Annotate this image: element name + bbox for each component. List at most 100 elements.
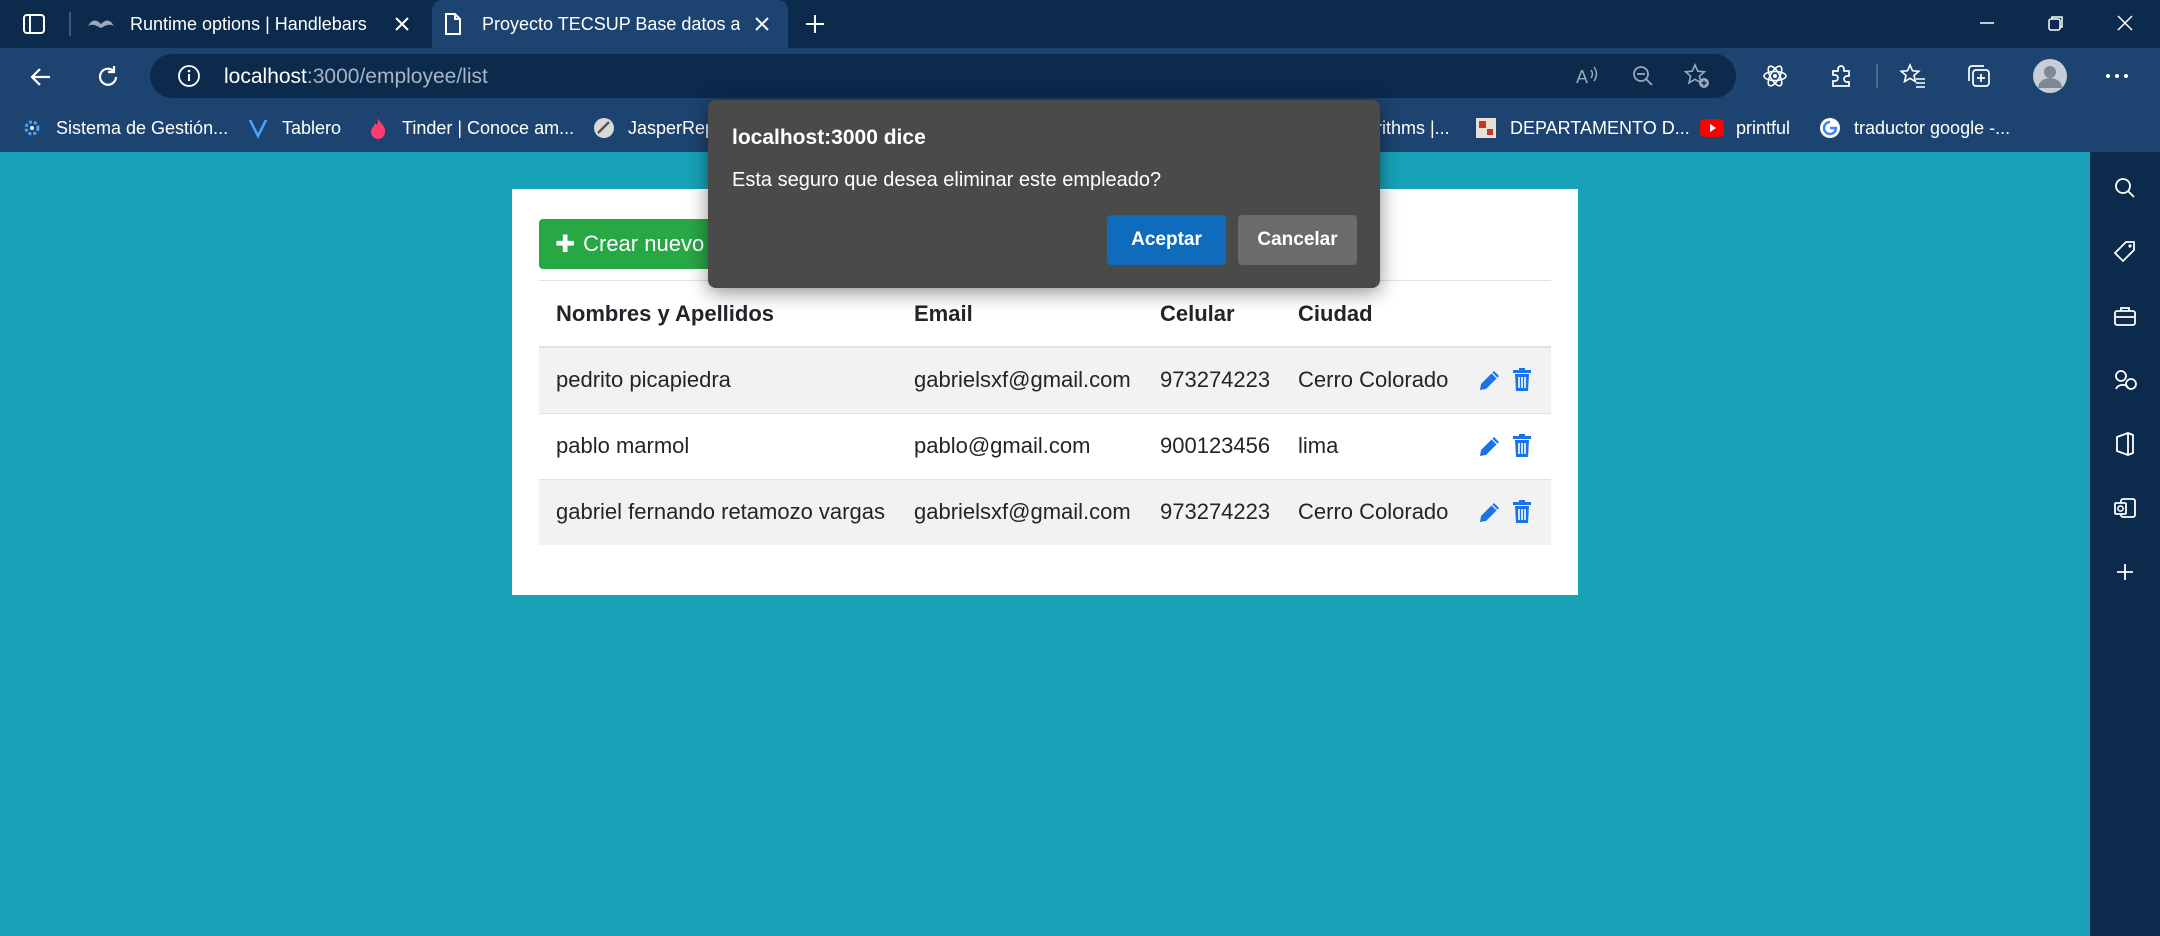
trash-icon[interactable] xyxy=(1508,432,1536,460)
department-icon xyxy=(1474,116,1498,140)
read-aloud-icon[interactable]: A xyxy=(1574,61,1604,91)
url-path: :3000/employee/list xyxy=(306,65,488,88)
cell-phone: 900123456 xyxy=(1143,412,1281,479)
more-icon[interactable] xyxy=(2100,59,2134,93)
tab-title: Proyecto TECSUP Base datos ava xyxy=(482,13,740,34)
bookmark-label: DEPARTAMENTO D... xyxy=(1510,117,1690,138)
table-row: gabriel fernando retamozo vargas gabriel… xyxy=(539,478,1551,545)
close-window-icon[interactable] xyxy=(2110,8,2140,38)
bookmark-departamento[interactable]: DEPARTAMENTO D... xyxy=(1474,112,1690,144)
back-icon[interactable] xyxy=(24,60,58,94)
bookmark-tablero[interactable]: Tablero xyxy=(246,112,341,144)
column-header-phone: Celular xyxy=(1143,281,1281,348)
column-header-actions xyxy=(1459,281,1551,348)
address-bar: localhost:3000/employee/list A xyxy=(0,48,2160,104)
tab-strip: Runtime options | Handlebars Proyecto TE… xyxy=(0,0,2160,48)
avatar[interactable] xyxy=(2030,56,2070,96)
outlook-icon[interactable] xyxy=(2109,492,2141,524)
search-icon[interactable] xyxy=(2109,172,2141,204)
bookmark-jasper[interactable]: JasperRep xyxy=(592,112,715,144)
bookmark-label: traductor google -... xyxy=(1854,117,2011,138)
cell-actions xyxy=(1459,346,1551,413)
restore-icon[interactable] xyxy=(2041,8,2071,38)
column-header-city: Ciudad xyxy=(1281,281,1459,348)
cell-name: pablo marmol xyxy=(539,412,897,479)
cell-actions xyxy=(1459,412,1551,479)
page-icon xyxy=(438,9,468,39)
refresh-icon[interactable] xyxy=(91,60,125,94)
bookmark-label: rithms |... xyxy=(1376,117,1450,138)
cell-name: pedrito picapiedra xyxy=(539,346,897,413)
employee-table: Nombres y Apellidos Email Celular Ciudad… xyxy=(539,281,1551,545)
create-employee-button[interactable]: ✚ Crear nuevo e xyxy=(539,219,729,269)
bookmark-label: Tablero xyxy=(282,117,342,138)
bookmark-label: Tinder | Conoce am... xyxy=(402,117,575,138)
accept-button[interactable]: Aceptar xyxy=(1107,215,1226,265)
close-icon[interactable] xyxy=(750,12,774,36)
table-row: pedrito picapiedra gabrielsxf@gmail.com … xyxy=(539,346,1551,413)
cell-phone: 973274223 xyxy=(1143,478,1281,545)
cell-name: gabriel fernando retamozo vargas xyxy=(539,478,897,545)
games-icon[interactable] xyxy=(2109,364,2141,396)
plus-icon: ✚ xyxy=(555,230,576,258)
bookmark-traductor[interactable]: traductor google -... xyxy=(1818,112,2010,144)
url-host: localhost xyxy=(224,65,307,88)
bookmark-label: Sistema de Gestión... xyxy=(56,117,229,138)
trash-icon[interactable] xyxy=(1508,498,1536,526)
tab-handlebars[interactable]: Runtime options | Handlebars xyxy=(80,0,428,48)
office-icon[interactable] xyxy=(2109,428,2141,460)
flame-icon xyxy=(366,116,390,140)
gear-icon xyxy=(20,116,44,140)
url-text: localhost:3000/employee/list xyxy=(224,65,488,89)
collections-icon[interactable] xyxy=(1962,59,1996,93)
cancel-button[interactable]: Cancelar xyxy=(1238,215,1357,265)
dialog-message: Esta seguro que desea eliminar este empl… xyxy=(732,169,1162,191)
cell-city: lima xyxy=(1281,412,1459,479)
tab-title: Runtime options | Handlebars xyxy=(130,13,367,34)
cell-actions xyxy=(1459,478,1551,545)
bookmark-sistema[interactable]: Sistema de Gestión... xyxy=(20,112,228,144)
favorites-icon[interactable] xyxy=(1896,59,1930,93)
jasper-icon xyxy=(592,116,616,140)
new-tab-icon[interactable] xyxy=(800,9,830,39)
google-icon xyxy=(1818,116,1842,140)
cell-phone: 973274223 xyxy=(1143,346,1281,413)
column-header-email: Email xyxy=(897,281,1143,348)
confirm-dialog: localhost:3000 dice Esta seguro que dese… xyxy=(708,100,1380,288)
url-field[interactable]: localhost:3000/employee/list A xyxy=(150,54,1736,98)
column-header-name: Nombres y Apellidos xyxy=(539,281,897,348)
trash-icon[interactable] xyxy=(1508,366,1536,394)
tag-icon[interactable] xyxy=(2109,236,2141,268)
table-row: pablo marmol pablo@gmail.com 900123456 l… xyxy=(539,412,1551,479)
edit-icon[interactable] xyxy=(1476,366,1504,394)
info-icon[interactable] xyxy=(174,61,204,91)
cell-email: gabrielsxf@gmail.com xyxy=(897,346,1143,413)
cell-email: pablo@gmail.com xyxy=(897,412,1143,479)
toolbar-divider xyxy=(1876,64,1878,88)
minimize-icon[interactable] xyxy=(1972,8,2002,38)
add-icon[interactable] xyxy=(2109,556,2141,588)
cell-city: Cerro Colorado xyxy=(1281,478,1459,545)
youtube-icon xyxy=(1700,116,1724,140)
edit-icon[interactable] xyxy=(1476,432,1504,460)
tab-separator xyxy=(69,12,71,36)
tab-actions-icon[interactable] xyxy=(20,10,48,38)
svg-text:A: A xyxy=(1576,67,1588,87)
bookmark-label: JasperRep xyxy=(628,117,716,138)
cell-city: Cerro Colorado xyxy=(1281,346,1459,413)
tab-proyecto[interactable]: Proyecto TECSUP Base datos ava xyxy=(432,0,788,48)
handlebars-icon xyxy=(86,9,116,39)
edge-sidebar xyxy=(2090,152,2160,936)
toolbox-icon[interactable] xyxy=(2109,300,2141,332)
add-favorite-icon[interactable] xyxy=(1682,61,1712,91)
v-logo-icon xyxy=(246,116,270,140)
close-icon[interactable] xyxy=(390,12,414,36)
bookmark-algorithms[interactable]: rithms |... xyxy=(1376,112,1450,144)
extensions-icon[interactable] xyxy=(1824,59,1858,93)
edit-icon[interactable] xyxy=(1476,498,1504,526)
dialog-title: localhost:3000 dice xyxy=(732,126,926,149)
bookmark-tinder[interactable]: Tinder | Conoce am... xyxy=(366,112,574,144)
bookmark-printful[interactable]: printful xyxy=(1700,112,1790,144)
zoom-out-icon[interactable] xyxy=(1628,61,1658,91)
react-devtools-icon[interactable] xyxy=(1758,59,1792,93)
